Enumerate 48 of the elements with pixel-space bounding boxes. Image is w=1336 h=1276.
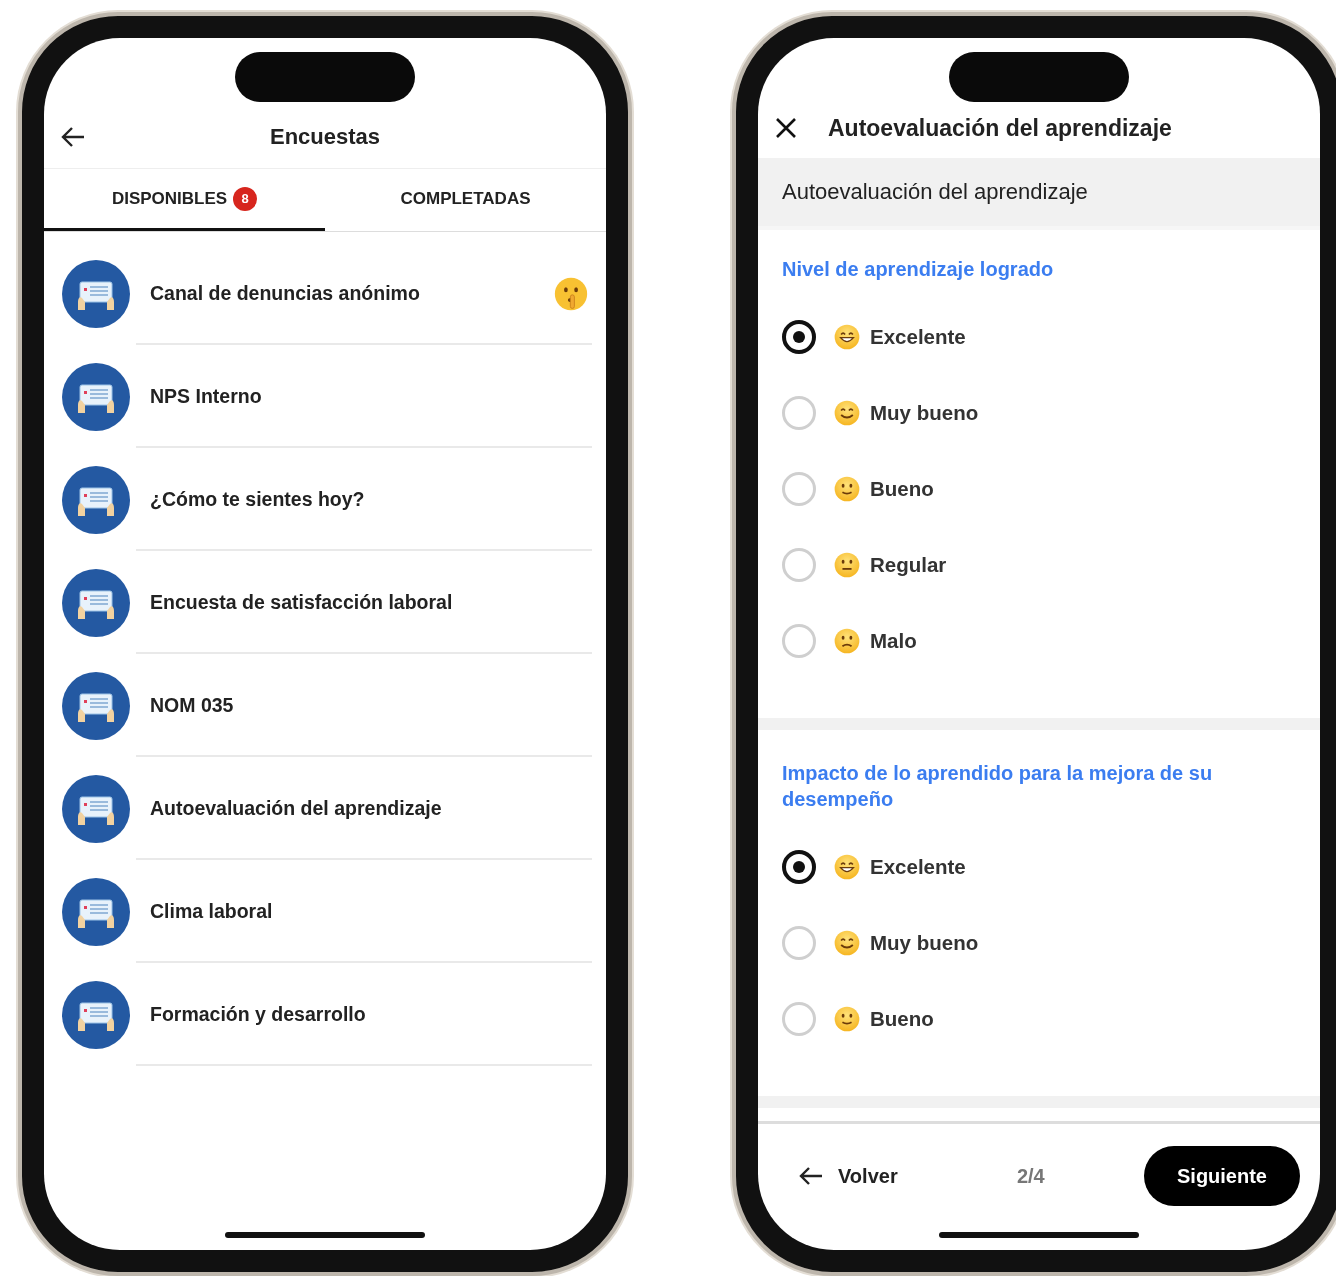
survey-tablet-icon: [62, 671, 130, 740]
survey-title[interactable]: Formación y desarrollo: [150, 1003, 588, 1026]
survey-title[interactable]: Encuesta de satisfacción laboral: [150, 591, 588, 614]
slight-face-icon: [834, 1006, 860, 1032]
radio-button[interactable]: [782, 850, 816, 884]
back-arrow-icon: [798, 1165, 824, 1187]
option-label[interactable]: Bueno: [870, 1007, 934, 1031]
survey-tablet-icon: [62, 877, 130, 946]
option-label[interactable]: Excelente: [870, 855, 966, 879]
survey-title[interactable]: Autoevaluación del aprendizaje: [150, 797, 588, 820]
question-title: Nivel de aprendizaje logrado: [782, 257, 1055, 282]
survey-tablet-icon: [62, 774, 130, 843]
survey-title[interactable]: Canal de denuncias anónimo: [150, 282, 554, 305]
option-label[interactable]: Bueno: [870, 477, 934, 501]
survey-title[interactable]: ¿Cómo te sientes hoy?: [150, 488, 588, 511]
screen-title: Encuestas: [269, 124, 381, 150]
grin-face-icon: [834, 854, 860, 880]
smile-face-icon: [834, 400, 860, 426]
section-header: Autoevaluación del aprendizaje: [758, 158, 1320, 230]
option-label[interactable]: Muy bueno: [870, 931, 979, 955]
survey-title[interactable]: NPS Interno: [150, 385, 588, 408]
smile-face-icon: [834, 930, 860, 956]
next-button[interactable]: Siguiente: [1144, 1146, 1300, 1206]
survey-tablet-icon: [62, 362, 130, 431]
survey-tablet-icon: [62, 465, 130, 534]
grin-face-icon: [834, 324, 860, 350]
back-arrow-icon[interactable]: [60, 125, 86, 149]
survey-tablet-icon: [62, 568, 130, 637]
option-label[interactable]: Muy bueno: [870, 401, 979, 425]
slight-face-icon: [834, 476, 860, 502]
option-label[interactable]: Excelente: [870, 325, 966, 349]
option-label[interactable]: Malo: [870, 629, 917, 653]
screen-title: Autoevaluación del aprendizaje: [828, 114, 1172, 142]
radio-button[interactable]: [782, 320, 816, 354]
tab[interactable]: DISPONIBLES 8: [44, 169, 325, 231]
back-button[interactable]: Volver: [798, 1164, 898, 1188]
frown-face-icon: [834, 628, 860, 654]
count-badge: 8: [233, 186, 258, 211]
survey-title[interactable]: Clima laboral: [150, 900, 588, 923]
close-icon[interactable]: [774, 116, 798, 140]
option-label[interactable]: Regular: [870, 553, 947, 577]
question-title: Impacto de lo aprendido para la mejora de su desempeño: [782, 761, 1214, 812]
neutral-face-icon: [834, 552, 860, 578]
progress-indicator: 2/4: [1015, 1164, 1046, 1188]
survey-tablet-icon: [62, 259, 130, 328]
survey-title[interactable]: NOM 035: [150, 694, 588, 717]
survey-tablet-icon: [62, 980, 130, 1049]
tab[interactable]: COMPLETADAS: [325, 169, 606, 231]
